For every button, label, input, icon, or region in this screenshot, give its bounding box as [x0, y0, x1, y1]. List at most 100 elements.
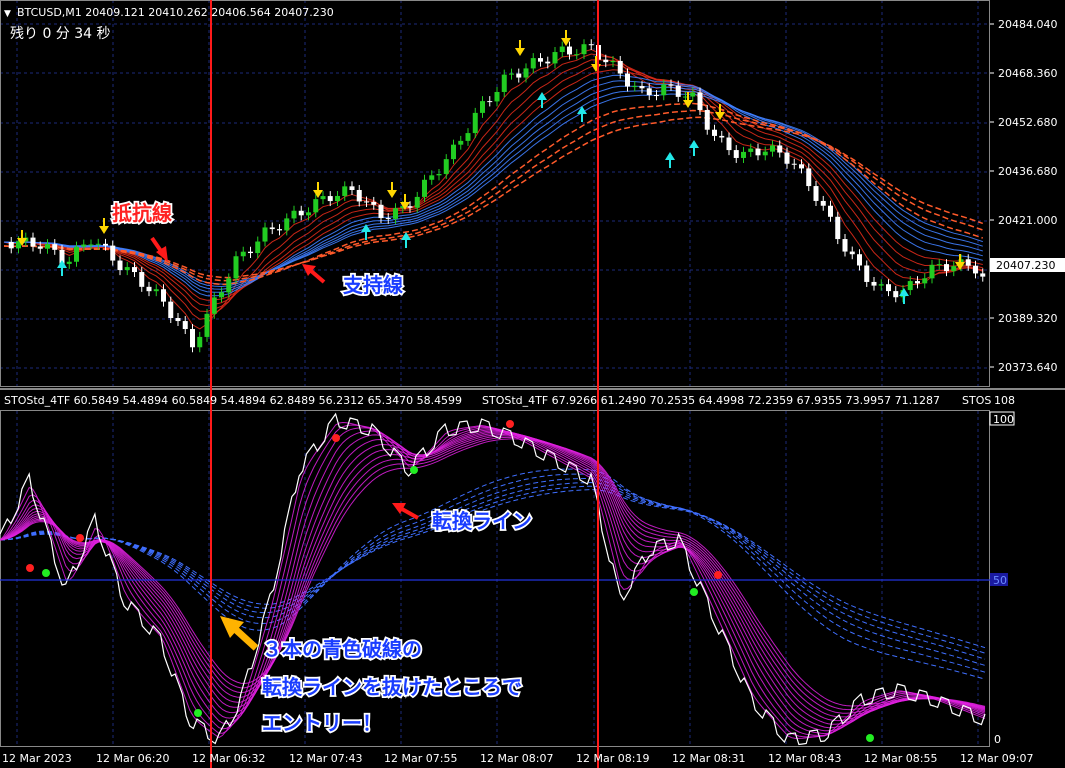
current-price-label: 20407.230 [996, 259, 1056, 272]
candle-body [320, 196, 326, 200]
candle-body [748, 148, 754, 152]
candle-body [356, 189, 362, 202]
candle-body [364, 201, 369, 203]
candle-body [762, 151, 768, 156]
candle-body [813, 186, 819, 201]
candle-body [951, 266, 957, 272]
candle-body [393, 208, 398, 219]
candle-body [755, 148, 761, 156]
candle-body [240, 251, 246, 257]
candle-body [81, 244, 87, 247]
candle-body [313, 199, 319, 213]
candle-body [335, 195, 340, 202]
candle-body [719, 135, 725, 138]
candle-body [806, 168, 812, 187]
candle-body [436, 173, 442, 176]
indicator-header-3: STOS [962, 394, 991, 407]
candle-body [487, 101, 493, 103]
candle-body [733, 150, 739, 158]
annotation-entry-line-1: ３本の青色破線の [262, 637, 422, 661]
signal-dot [42, 569, 50, 577]
candle-body [124, 267, 130, 271]
candle-body [654, 95, 659, 97]
candle-body [828, 205, 833, 217]
candle-body [66, 261, 72, 264]
candle-body [291, 210, 297, 219]
candle-body [552, 52, 558, 64]
candle-body [915, 281, 920, 284]
indicator-axis-top: 108 [994, 394, 1015, 407]
candle-body [262, 227, 268, 242]
candle-body [219, 292, 224, 298]
candle-body [559, 46, 565, 53]
candle-body [581, 44, 587, 55]
candle-body [371, 201, 377, 205]
candle-body [770, 145, 775, 152]
price-tick-label: 20421.000 [998, 214, 1058, 227]
candle-body [588, 44, 594, 46]
time-tick-label: 12 Mar 07:55 [384, 752, 457, 765]
chart-collapse-icon[interactable]: ▼ [4, 9, 11, 19]
candle-body [603, 59, 609, 63]
signal-dot [26, 564, 34, 572]
signal-dot [410, 466, 418, 474]
annotation-entry-line-3: エントリー！ [262, 711, 382, 735]
candle-body [494, 91, 500, 102]
candle-body [936, 264, 942, 266]
candle-body [661, 84, 667, 96]
candle-body [523, 68, 529, 78]
candle-body [791, 163, 797, 165]
candle-body [509, 73, 514, 75]
candle-body [741, 151, 746, 158]
candle-body [161, 289, 166, 302]
candle-body [211, 297, 217, 314]
time-tick-label: 12 Mar 08:55 [864, 752, 937, 765]
time-tick-label: 12 Mar 2023 [2, 752, 72, 765]
candle-body [226, 278, 232, 293]
candle-body [8, 242, 14, 249]
signal-dot [332, 434, 340, 442]
candle-body [182, 321, 188, 330]
signal-dot [690, 588, 698, 596]
candle-body [95, 243, 101, 245]
candle-body [197, 336, 203, 348]
time-axis: 12 Mar 2023 12 Mar 06:20 12 Mar 06:32 12 Ma… [2, 752, 1033, 765]
candle-body [407, 206, 413, 208]
candle-body [132, 267, 137, 273]
candle-body [973, 265, 978, 274]
time-tick-label: 12 Mar 08:19 [576, 752, 649, 765]
candle-body [668, 84, 674, 86]
candle-body [45, 244, 50, 249]
candle-body [277, 229, 282, 231]
candle-body [349, 186, 355, 190]
time-tick-label: 12 Mar 09:07 [960, 752, 1033, 765]
candle-body [538, 58, 543, 62]
candle-body [639, 86, 645, 89]
time-tick-label: 12 Mar 08:31 [672, 752, 745, 765]
candle-body [712, 129, 717, 136]
candle-body [617, 60, 623, 74]
indicator-axis-0: 0 [994, 733, 1001, 746]
candle-body [835, 216, 841, 240]
annotation-resistance: 抵抗線 [112, 201, 172, 225]
indicator-axis-100: 100 [993, 413, 1014, 426]
candle-body [704, 109, 710, 130]
candle-body [886, 284, 891, 292]
candle-body [610, 60, 616, 63]
annotation-entry-line-2: 転換ラインを抜けたところで [262, 675, 522, 699]
candle-body [784, 152, 790, 164]
candle-body [30, 237, 36, 247]
candle-body [443, 159, 449, 174]
candle-body [378, 204, 384, 219]
candle-body [965, 259, 971, 266]
candle-body [117, 260, 123, 271]
signal-dot [194, 709, 202, 717]
countdown-timer: 残り 0 分 34 秒 [10, 26, 111, 42]
candle-body [52, 244, 58, 250]
candle-body [451, 144, 456, 160]
price-tick-label: 20436.680 [998, 165, 1058, 178]
candle-body [422, 179, 427, 197]
signal-dot [714, 571, 722, 579]
candle-body [857, 254, 862, 266]
symbol-info: BTCUSD,M1 20409.121 20410.262 20406.564 … [17, 6, 334, 19]
